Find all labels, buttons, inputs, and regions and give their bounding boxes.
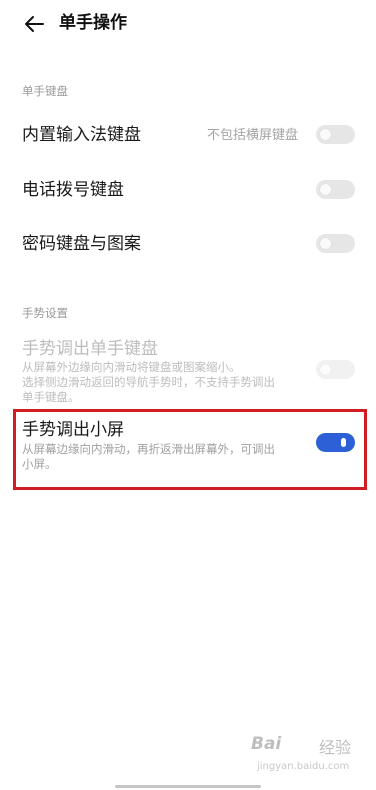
row-label: 密码键盘与图案 [22,234,141,254]
watermark-logo-suffix: 经验 [319,738,352,757]
row-builtin-ime-keyboard[interactable]: 内置输入法键盘 不包括横屏键盘 [0,115,376,155]
toggle-knob [320,129,331,140]
arrow-left-icon [25,16,44,32]
back-button[interactable] [18,10,50,38]
row-description: 从屏幕外边缘向内滑动将键盘或图案缩小。 选择侧边滑动返回的导航手势时，不支持手势… [22,360,317,405]
toggle-knob [320,184,331,195]
desc-line: 选择侧边滑动返回的导航手势时，不支持手势调出 [22,375,275,389]
row-gesture-one-hand-keyboard[interactable]: 手势调出单手键盘 从屏幕外边缘向内滑动将键盘或图案缩小。 选择侧边滑动返回的导航… [0,334,376,406]
toggle-switch[interactable] [316,180,355,199]
toggle-knob [320,238,331,249]
section-title-keyboard: 单手键盘 [22,84,68,98]
toggle-knob [320,364,331,375]
toggle-switch[interactable] [316,234,355,253]
desc-line: 单手键盘。 [22,390,80,404]
toggle-switch[interactable] [316,125,355,144]
row-label: 电话拨号键盘 [22,180,124,200]
highlight-box [13,409,367,490]
row-hint: 不包括横屏键盘 [206,128,298,143]
home-indicator[interactable] [115,785,261,788]
watermark-logo: Bai [251,734,282,754]
header: 单手操作 [0,0,376,52]
section-title-gesture: 手势设置 [22,306,68,320]
desc-line: 从屏幕外边缘向内滑动将键盘或图案缩小。 [22,360,241,374]
watermark: Bai 经验 jingyan.baidu.com [251,732,355,782]
row-password-keyboard-pattern[interactable]: 密码键盘与图案 [0,224,376,264]
row-label: 手势调出单手键盘 [22,339,158,359]
watermark-url: jingyan.baidu.com [257,761,350,772]
row-label: 内置输入法键盘 [22,125,141,145]
row-phone-dialer-keyboard[interactable]: 电话拨号键盘 [0,170,376,210]
page-title: 单手操作 [59,13,127,33]
settings-screen: 单手操作 单手键盘 内置输入法键盘 不包括横屏键盘 电话拨号键盘 密码键盘与图案… [0,0,376,790]
toggle-switch[interactable] [316,360,355,379]
